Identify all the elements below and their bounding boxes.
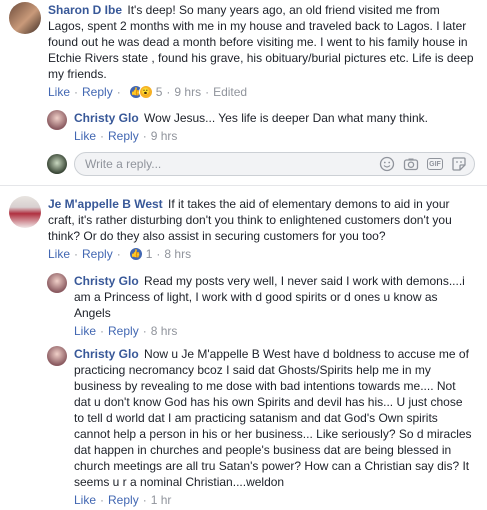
reactions[interactable]: 👍 1 xyxy=(128,246,153,262)
like-button[interactable]: Like xyxy=(74,492,96,508)
camera-icon[interactable] xyxy=(402,155,420,173)
wow-reaction-icon: 😮 xyxy=(138,85,153,99)
separator-dot: · xyxy=(142,129,147,143)
comment-je-mappelle: Je M'appelle B West If it takes the aid … xyxy=(9,196,479,262)
separator-dot: · xyxy=(100,493,105,507)
reply-button[interactable]: Reply xyxy=(82,246,113,262)
like-button[interactable]: Like xyxy=(74,128,96,144)
sticker-icon[interactable] xyxy=(450,155,468,173)
reply-christy-1: Christy Glo Wow Jesus... Yes life is dee… xyxy=(47,110,477,144)
timestamp[interactable]: 9 hrs xyxy=(174,84,201,100)
comment-actions: Like · Reply · 9 hrs xyxy=(74,128,474,144)
reply-christy-3: Christy Glo Now u Je M'appelle B West ha… xyxy=(47,346,477,508)
comment-body: Wow Jesus... Yes life is deeper Dan what… xyxy=(144,111,428,125)
comment-text: Sharon D Ibe It's deep! So many years ag… xyxy=(48,2,478,82)
comment-text: Christy Glo Wow Jesus... Yes life is dee… xyxy=(74,110,474,126)
comment-actions: Like · Reply · 8 hrs xyxy=(74,323,474,339)
separator-dot: · xyxy=(142,493,147,507)
comment-actions: Like · Reply · 👍 😮 5 · 9 hrs · Edited xyxy=(48,84,478,100)
avatar[interactable] xyxy=(47,346,67,366)
reply-button[interactable]: Reply xyxy=(108,128,139,144)
reply-button[interactable]: Reply xyxy=(108,492,139,508)
comment-body: Now u Je M'appelle B West have d boldnes… xyxy=(74,347,472,489)
avatar[interactable] xyxy=(9,196,41,228)
comment-author[interactable]: Je M'appelle B West xyxy=(48,197,163,211)
comment-sharon: Sharon D Ibe It's deep! So many years ag… xyxy=(9,2,479,100)
edited-label[interactable]: Edited xyxy=(213,84,247,100)
gif-icon[interactable]: GIF xyxy=(426,155,444,173)
separator-dot: · xyxy=(156,247,161,261)
reaction-count: 1 xyxy=(145,247,153,261)
reply-input[interactable]: Write a reply... GIF xyxy=(74,152,475,176)
comment-author[interactable]: Christy Glo xyxy=(74,111,139,125)
timestamp[interactable]: 8 hrs xyxy=(151,323,178,339)
avatar[interactable] xyxy=(9,2,41,34)
like-button[interactable]: Like xyxy=(48,84,70,100)
like-button[interactable]: Like xyxy=(48,246,70,262)
current-user-avatar xyxy=(47,154,67,174)
timestamp[interactable]: 9 hrs xyxy=(151,128,178,144)
separator-dot: · xyxy=(116,247,121,261)
separator-dot: · xyxy=(100,129,105,143)
comment-author[interactable]: Christy Glo xyxy=(74,274,139,288)
reply-button[interactable]: Reply xyxy=(82,84,113,100)
avatar[interactable] xyxy=(47,273,67,293)
comment-text: Christy Glo Now u Je M'appelle B West ha… xyxy=(74,346,474,490)
reaction-count: 5 xyxy=(155,85,163,99)
comment-author[interactable]: Christy Glo xyxy=(74,347,139,361)
separator-dot: · xyxy=(100,324,105,338)
comment-text: Je M'appelle B West If it takes the aid … xyxy=(48,196,478,244)
like-button[interactable]: Like xyxy=(74,323,96,339)
separator-dot: · xyxy=(205,85,210,99)
reply-christy-2: Christy Glo Read my posts very well, I n… xyxy=(47,273,477,339)
separator-dot: · xyxy=(142,324,147,338)
reply-button[interactable]: Reply xyxy=(108,323,139,339)
reply-placeholder: Write a reply... xyxy=(85,157,162,171)
comment-text: Christy Glo Read my posts very well, I n… xyxy=(74,273,474,321)
separator-dot: · xyxy=(116,85,121,99)
timestamp[interactable]: 8 hrs xyxy=(164,246,191,262)
comment-author[interactable]: Sharon D Ibe xyxy=(48,3,122,17)
like-reaction-icon: 👍 xyxy=(128,247,143,261)
emoji-icon[interactable] xyxy=(378,155,396,173)
comment-actions: Like · Reply · 1 hr xyxy=(74,492,474,508)
separator-dot: · xyxy=(74,85,79,99)
comment-actions: Like · Reply · 👍 1 · 8 hrs xyxy=(48,246,478,262)
separator-dot: · xyxy=(74,247,79,261)
divider xyxy=(0,185,487,186)
reply-tools: GIF xyxy=(378,155,474,173)
avatar[interactable] xyxy=(47,110,67,130)
timestamp[interactable]: 1 hr xyxy=(151,492,172,508)
reactions[interactable]: 👍 😮 5 xyxy=(128,84,163,100)
separator-dot: · xyxy=(166,85,171,99)
